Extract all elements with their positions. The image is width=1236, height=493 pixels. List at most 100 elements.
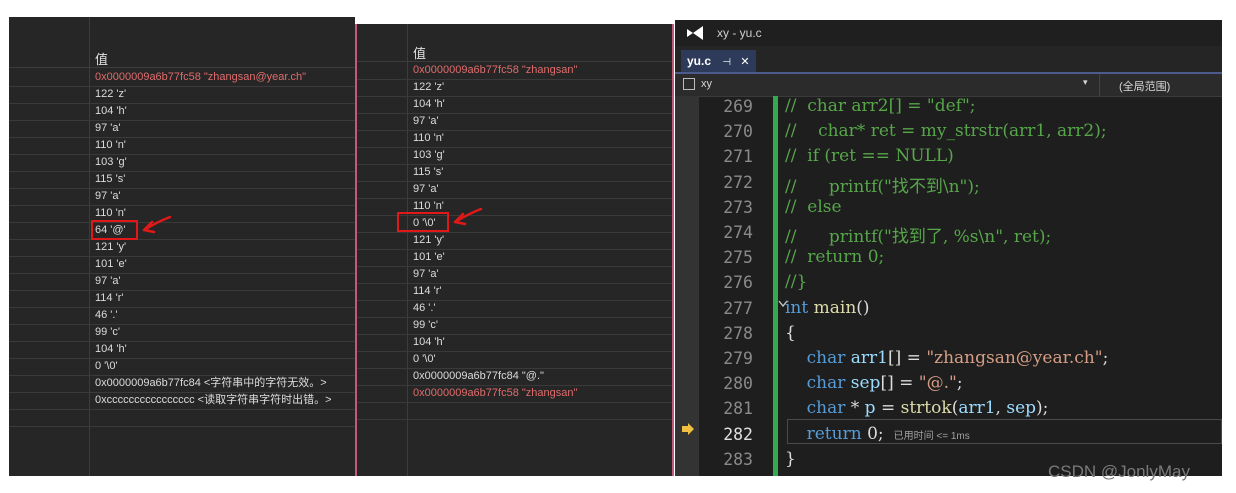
watch-row[interactable]: 0x0000009a6b77fc84 "@." [357, 368, 672, 386]
watch-value: 97 'a' [413, 183, 439, 195]
watch-value: 101 'e' [95, 258, 127, 270]
watch-value: 97 'a' [95, 275, 121, 287]
code-line[interactable]: // else [785, 197, 842, 217]
code-line[interactable]: { [785, 323, 796, 343]
watch-row[interactable]: 104 'h' [357, 96, 672, 114]
watch-row[interactable]: 122 'z' [9, 86, 355, 104]
project-dropdown[interactable]: xy [701, 78, 712, 90]
code-area[interactable]: 269 // char arr2[] = "def"; 270 // char* re… [675, 96, 1222, 476]
watch-row-empty[interactable] [357, 402, 672, 420]
watch-value: 103 'g' [95, 156, 127, 168]
watch-value: 115 's' [95, 173, 126, 185]
code-editor: xy - yu.c yu.c ⊣ ✕ xy ▾ (全局范围) 269 // cha… [675, 20, 1222, 476]
watch-row-empty[interactable] [9, 409, 355, 427]
watch-value: 104 'h' [95, 105, 127, 117]
watch-row[interactable]: 97 'a' [357, 266, 672, 284]
line-number: 282 [723, 424, 753, 444]
line-number: 273 [723, 197, 753, 217]
close-icon[interactable]: ✕ [740, 56, 749, 68]
code-line[interactable]: // printf("找到了, %s\n", ret); [785, 222, 1051, 247]
watch-row[interactable]: 46 '.' [357, 300, 672, 318]
watch-header: 值 [357, 24, 672, 62]
watch-row[interactable]: 101 'e' [357, 249, 672, 267]
code-line[interactable]: // printf("找不到\n"); [785, 172, 980, 197]
scope-dropdown[interactable]: (全局范围) [1119, 78, 1170, 94]
watch-value: 122 'z' [413, 81, 445, 93]
code-line[interactable]: // if (ret == NULL) [785, 146, 954, 166]
line-number: 276 [723, 273, 753, 293]
watch-value: 104 'h' [413, 98, 445, 110]
watch-row[interactable]: 121 'y' [9, 239, 355, 257]
watch-row[interactable]: 110 'n' [357, 130, 672, 148]
code-line[interactable]: //} [785, 272, 807, 292]
line-number: 270 [723, 122, 753, 142]
code-line[interactable]: int main() [785, 298, 870, 318]
watch-value: 0x0000009a6b77fc58 "zhangsan@year.ch" [95, 71, 307, 83]
line-number: 269 [723, 97, 753, 116]
watch-row[interactable]: 115 's' [357, 164, 672, 182]
watch-row[interactable]: 122 'z' [357, 79, 672, 97]
pin-icon[interactable]: ⊣ [722, 57, 731, 68]
watch-row[interactable]: 0x0000009a6b77fc58 "zhangsan" [357, 385, 672, 403]
code-line[interactable]: // return 0; [785, 247, 884, 267]
watch-row[interactable]: 103 'g' [357, 147, 672, 165]
watch-row[interactable]: 0 '\0' [9, 358, 355, 376]
watch-row[interactable]: 110 'n' [9, 205, 355, 223]
watch-row[interactable]: 97 'a' [9, 273, 355, 291]
watch-row[interactable]: 114 'r' [357, 283, 672, 301]
watch-row[interactable]: 0 '\0' [357, 351, 672, 369]
navigation-bar: xy ▾ (全局范围) [675, 74, 1222, 97]
watch-row[interactable]: 97 'a' [9, 188, 355, 206]
code-line[interactable]: char arr1[] = "zhangsan@year.ch"; [785, 348, 1109, 368]
watch-row[interactable]: 104 'h' [9, 103, 355, 121]
watch-row[interactable]: 97 'a' [9, 120, 355, 138]
line-number: 283 [723, 449, 753, 469]
watch-value: 104 'h' [413, 336, 445, 348]
watch-value: 99 'c' [95, 326, 120, 338]
watch-header: 值 [9, 17, 355, 68]
watch-row[interactable]: 104 'h' [357, 334, 672, 352]
watch-row[interactable]: 101 'e' [9, 256, 355, 274]
watch-row[interactable]: 114 'r' [9, 290, 355, 308]
title-bar: xy - yu.c [675, 20, 1222, 46]
visual-studio-logo-icon [687, 26, 703, 40]
tab-yu-c[interactable]: yu.c ⊣ ✕ [681, 50, 756, 72]
watch-row[interactable]: 97 'a' [357, 181, 672, 199]
code-line[interactable]: } [785, 449, 796, 469]
watch-value: 101 'e' [413, 251, 445, 263]
watch-row[interactable]: 64 '@' [9, 222, 355, 240]
watch-row[interactable]: 99 'c' [9, 324, 355, 342]
watch-row[interactable]: 0x0000009a6b77fc84 <字符串中的字符无效。> [9, 375, 355, 393]
code-line[interactable]: char * p = strtok(arr1, sep); [785, 398, 1049, 418]
line-number: 274 [723, 223, 753, 242]
watch-value: 97 'a' [95, 190, 121, 202]
watch-row[interactable]: 99 'c' [357, 317, 672, 335]
highlight-box-null [397, 212, 449, 232]
code-line[interactable]: char sep[] = "@."; [785, 373, 963, 393]
watch-row[interactable]: 115 's' [9, 171, 355, 189]
line-number: 278 [723, 323, 753, 343]
watch-row[interactable]: 46 '.' [9, 307, 355, 325]
watch-row[interactable]: 0x0000009a6b77fc58 "zhangsan" [357, 62, 672, 80]
watch-row[interactable]: 121 'y' [357, 232, 672, 250]
line-number: 272 [723, 172, 753, 192]
watch-row[interactable]: 0xcccccccccccccccc <读取字符串字符时出错。> [9, 392, 355, 410]
watch-row[interactable]: 97 'a' [357, 113, 672, 131]
code-line[interactable]: // char arr2[] = "def"; [785, 96, 976, 116]
code-line[interactable]: // char* ret = my_strstr(arr1, arr2); [785, 121, 1107, 141]
watch-row[interactable]: 103 'g' [9, 154, 355, 172]
chevron-down-icon[interactable]: ▾ [1083, 77, 1088, 88]
watch-row[interactable]: 110 'n' [9, 137, 355, 155]
line-number: 281 [723, 399, 753, 419]
line-number: 271 [723, 147, 753, 167]
value-column-header: 值 [95, 52, 109, 67]
watch-row[interactable]: 0x0000009a6b77fc58 "zhangsan@year.ch" [9, 69, 355, 87]
watch-row[interactable]: 104 'h' [9, 341, 355, 359]
watch-value: 46 '.' [95, 309, 118, 321]
watch-value: 97 'a' [413, 268, 439, 280]
project-icon [683, 78, 695, 90]
line-number: 275 [723, 248, 753, 268]
breakpoint-margin[interactable] [675, 96, 699, 476]
watch-value: 122 'z' [95, 88, 127, 100]
code-line[interactable]: return 0; 已用时间 <= 1ms [785, 424, 970, 444]
